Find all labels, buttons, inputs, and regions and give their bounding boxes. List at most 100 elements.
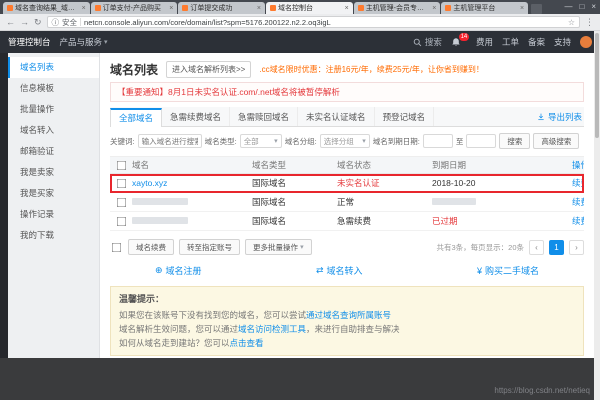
sidebar-item-transfer-in[interactable]: 域名转入 — [8, 120, 99, 141]
domain-link[interactable]: xayto.xyz — [132, 178, 167, 188]
user-avatar[interactable] — [580, 36, 592, 48]
sidebar-item-downloads[interactable]: 我的下载 — [8, 225, 99, 246]
domain-status: 未实名认证 — [337, 178, 380, 188]
table-header: 域名 域名类型 域名状态 到期日期 操作 — [110, 156, 584, 174]
export-list-link[interactable]: 导出列表 — [537, 111, 584, 126]
tip-link-query-account[interactable]: 通过域名查询所属账号 — [306, 310, 391, 320]
buy-secondhand-link[interactable]: ¥ 购买二手域名 — [477, 264, 539, 277]
col-expire: 到期日期 — [432, 160, 467, 170]
row-checkbox[interactable] — [116, 197, 126, 207]
tab-close-icon[interactable]: × — [432, 5, 436, 12]
row-checkbox[interactable] — [116, 216, 126, 226]
row-action-link[interactable]: 续费 — [572, 215, 584, 227]
forward-icon[interactable]: → — [20, 17, 29, 27]
keyword-input[interactable] — [137, 134, 202, 148]
url-field[interactable]: ⓘ 安全 netcn.console.aliyun.com/core/domai… — [46, 16, 580, 28]
row-checkbox[interactable] — [116, 178, 126, 188]
batch-renew-button[interactable]: 域名续费 — [128, 239, 174, 255]
nav-item-tickets[interactable]: 工单 — [502, 36, 519, 48]
tip-link-dns-check-tool[interactable]: 域名访问检测工具 — [238, 324, 306, 334]
row-action-link[interactable]: 续费 — [572, 196, 584, 208]
nav-item-fees[interactable]: 费用 — [476, 36, 493, 48]
products-menu[interactable]: 产品与服务 ▾ — [60, 36, 108, 48]
buy-secondhand-label: 购买二手域名 — [484, 266, 539, 276]
nav-search-label: 搜索 — [424, 37, 442, 47]
window-controls: — □ × — [564, 0, 596, 13]
table-row: xayto.xyz 国际域名 未实名认证 2018-10-20 续费 — [110, 174, 584, 193]
reload-icon[interactable]: ↻ — [34, 17, 42, 27]
tab-close-icon[interactable]: × — [345, 5, 349, 12]
chevron-down-icon: ▾ — [104, 39, 108, 46]
tips-title: 温馨提示： — [119, 294, 165, 304]
tab-close-icon[interactable]: × — [82, 5, 86, 12]
col-ops: 操作 — [572, 160, 584, 170]
sidebar-item-email-verify[interactable]: 邮箱验证 — [8, 141, 99, 162]
tab-redeem-urgent[interactable]: 急需赎回域名 — [230, 107, 299, 126]
sidebar-item-seller[interactable]: 我是卖家 — [8, 162, 99, 183]
scrollbar[interactable] — [594, 31, 600, 400]
expire-start-input[interactable] — [422, 134, 453, 148]
chevron-down-icon: ▾ — [274, 138, 278, 145]
chevron-down-icon: ▾ — [362, 138, 366, 145]
prev-page-button[interactable]: ‹ — [529, 239, 544, 255]
group-label: 域名分组: — [284, 136, 317, 146]
browser-tab[interactable]: 订单支付-产品购买 × — [90, 2, 178, 14]
sidebar-item-batch-ops[interactable]: 批量操作 — [8, 99, 99, 120]
tab-unverified[interactable]: 未实名认证域名 — [298, 107, 375, 126]
scrollbar-thumb[interactable] — [595, 33, 599, 138]
back-icon[interactable]: ← — [6, 17, 15, 27]
next-page-button[interactable]: › — [569, 239, 584, 255]
transfer-in-link[interactable]: ⇄ 域名转入 — [316, 264, 363, 277]
bookmark-star-icon[interactable]: ☆ — [568, 18, 575, 27]
tab-renew-urgent[interactable]: 急需续费域名 — [162, 107, 231, 126]
expire-end-input[interactable] — [466, 134, 497, 148]
batch-select-all-checkbox[interactable] — [111, 242, 122, 252]
tab-all-domains[interactable]: 全部域名 — [110, 108, 163, 127]
tip-link-view[interactable]: 点击查看 — [230, 338, 264, 348]
advanced-search-button[interactable]: 高级搜索 — [533, 133, 580, 149]
nav-search[interactable]: 搜索 — [413, 36, 442, 48]
tip-line: 如果您在该账号下没有找到您的域名，您可以尝试通过域名查询所属账号 — [119, 308, 575, 322]
batch-more-select[interactable]: 更多批量操作 ▾ — [245, 239, 312, 255]
browser-tab[interactable]: 域名查询结果_域名信息查询 × — [3, 2, 90, 14]
browser-menu-icon[interactable]: ⋮ — [585, 17, 594, 27]
search-button[interactable]: 搜索 — [499, 133, 531, 149]
select-all-checkbox[interactable] — [116, 160, 126, 170]
sidebar-item-domain-list[interactable]: 域名列表 — [8, 57, 99, 78]
window-minimize-button[interactable]: — — [564, 2, 572, 11]
tab-close-icon[interactable]: × — [520, 5, 524, 12]
browser-tab[interactable]: 主机管理-会员专区-万网 × — [353, 2, 441, 14]
nav-item-icp[interactable]: 备案 — [528, 36, 545, 48]
notification-bell[interactable]: 14 — [451, 33, 469, 47]
register-domain-link[interactable]: ⊕ 域名注册 — [155, 264, 202, 277]
col-status: 域名状态 — [337, 160, 372, 170]
window-close-button[interactable]: × — [591, 2, 596, 11]
tab-title: 域名查询结果_域名信息查询 — [15, 5, 80, 12]
sidebar-item-op-log[interactable]: 操作记录 — [8, 204, 99, 225]
site-favicon-icon — [445, 5, 452, 11]
tab-close-icon[interactable]: × — [169, 5, 173, 12]
info-icon[interactable]: ⓘ — [52, 17, 60, 27]
important-notice[interactable]: 【重要通知】8月1日未实名认证.com/.net域名将被暂停解析 — [110, 82, 584, 102]
browser-tab[interactable]: 订单提交成功 × — [178, 2, 266, 14]
new-tab-button[interactable] — [531, 4, 543, 14]
dns-list-button[interactable]: 进入域名解析列表>> — [166, 60, 252, 78]
quick-links: ⊕ 域名注册 ⇄ 域名转入 ¥ 购买二手域名 — [110, 264, 584, 277]
console-brand[interactable]: 管理控制台 — [8, 36, 51, 48]
tab-preregistered[interactable]: 预登记域名 — [375, 107, 435, 126]
nav-item-support[interactable]: 支持 — [554, 36, 571, 48]
browser-tab[interactable]: 主机管理平台 × — [441, 2, 529, 14]
row-action-link[interactable]: 续费 — [572, 177, 584, 189]
browser-tab-active[interactable]: 域名控制台 × — [266, 2, 353, 14]
sidebar-item-buyer[interactable]: 我是买家 — [8, 183, 99, 204]
obscured-domain — [132, 198, 188, 205]
tab-title: 订单支付-产品购买 — [102, 5, 162, 12]
group-select[interactable]: 选择分组 ▾ — [319, 134, 370, 148]
tab-close-icon[interactable]: × — [257, 5, 261, 12]
batch-transfer-button[interactable]: 转至指定账号 — [179, 239, 240, 255]
sidebar-item-info-template[interactable]: 信息模板 — [8, 78, 99, 99]
page-number-current[interactable]: 1 — [549, 239, 564, 255]
type-select[interactable]: 全部 ▾ — [239, 134, 282, 148]
obscured-date — [432, 198, 476, 205]
window-maximize-button[interactable]: □ — [579, 2, 584, 11]
